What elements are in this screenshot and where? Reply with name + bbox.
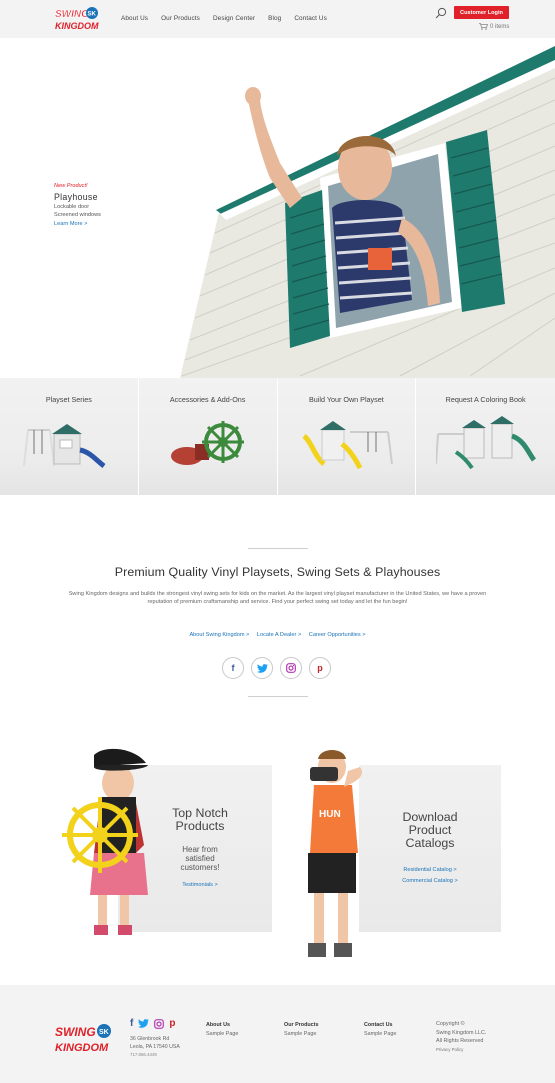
card-title: Playset Series <box>45 395 92 404</box>
footer-col-products: Our Products Sample Page <box>284 1021 318 1039</box>
footer-copyright: Copyright © Swing Kingdom LLC. All Right… <box>436 1020 486 1054</box>
card-coloring-book[interactable]: Request A Coloring Book <box>416 378 555 495</box>
promo-subtitle: Hear from satisfied customers! <box>180 845 220 872</box>
learn-more-link[interactable]: Learn More > <box>54 221 101 227</box>
footer-link[interactable]: Sample Page <box>284 1030 318 1039</box>
footer-col-title[interactable]: Our Products <box>284 1021 318 1030</box>
card-build-your-own[interactable]: Build Your Own Playset <box>277 378 417 495</box>
about-swing-kingdom-link[interactable]: About Swing Kingdom > <box>189 632 249 638</box>
hero-feature: Lockable door <box>54 204 90 210</box>
card-title: Request A Coloring Book <box>445 395 526 404</box>
svg-text:HUN: HUN <box>319 809 341 820</box>
commercial-catalog-link[interactable]: Commercial Catalog > <box>380 878 480 884</box>
promo-title: Download Product Catalogs <box>402 810 458 850</box>
pinterest-icon[interactable]: p <box>309 657 331 679</box>
cart-count: 0 items <box>490 23 510 30</box>
boy-telescope-image: HUN <box>308 750 363 957</box>
cart[interactable]: 0 items <box>479 23 509 30</box>
footer-phone: 717.656.4449 <box>130 1052 157 1057</box>
facebook-icon[interactable]: f <box>130 1018 133 1029</box>
search-icon[interactable] <box>435 7 447 19</box>
locate-dealer-link[interactable]: Locate A Dealer > <box>257 632 301 638</box>
nav-our-products[interactable]: Our Products <box>161 15 200 22</box>
nav-blog[interactable]: Blog <box>268 15 281 22</box>
nav-contact-us[interactable]: Contact Us <box>294 15 327 22</box>
accessories-image <box>170 421 244 465</box>
svg-text:KINGDOM: KINGDOM <box>55 1042 109 1054</box>
site-footer: SWING SK KINGDOM f p 36 Glenbrook Rd Leo… <box>0 985 555 1083</box>
cart-icon <box>479 23 488 30</box>
divider <box>248 548 308 549</box>
card-title: Accessories & Add-Ons <box>169 395 246 404</box>
card-playset-series[interactable]: Playset Series <box>0 378 139 495</box>
new-product-label: New Product! <box>54 183 88 189</box>
intro-body: Swing Kingdom designs and builds the str… <box>68 591 487 606</box>
hero-caption: New Product! Playhouse Lockable door Scr… <box>54 183 101 227</box>
svg-text:KINGDOM: KINGDOM <box>55 21 99 31</box>
privacy-policy-link[interactable]: Privacy Policy <box>436 1046 486 1055</box>
hero-title: Playhouse <box>54 192 98 202</box>
coloring-book-image <box>436 416 537 470</box>
pinterest-icon[interactable]: p <box>169 1018 175 1029</box>
customer-login-button[interactable]: Customer Login <box>454 6 509 19</box>
footer-link[interactable]: Sample Page <box>206 1030 238 1039</box>
divider <box>248 696 308 697</box>
twitter-icon[interactable] <box>138 1019 150 1028</box>
build-playset-image <box>301 421 393 470</box>
playset-image <box>23 424 106 468</box>
main-nav: About Us Our Products Design Center Blog… <box>121 15 340 22</box>
category-cards: Playset Series Accessories & Add-Ons Bui… <box>0 378 555 495</box>
intro-title: Premium Quality Vinyl Playsets, Swing Se… <box>114 565 441 579</box>
pirate-girl-image <box>62 748 148 935</box>
svg-text:SK: SK <box>88 12 97 18</box>
footer-link[interactable]: Sample Page <box>364 1030 396 1039</box>
hero-feature: Screened windows <box>54 212 101 218</box>
social-links: f p <box>222 657 331 679</box>
playhouse-hero-image <box>180 46 555 378</box>
footer-col-about: About Us Sample Page <box>206 1021 238 1039</box>
swing-kingdom-logo[interactable]: SWING SK KINGDOM <box>54 5 102 35</box>
hero-banner: New Product! Playhouse Lockable door Scr… <box>0 38 555 378</box>
facebook-icon[interactable]: f <box>222 657 244 679</box>
nav-design-center[interactable]: Design Center <box>213 15 255 22</box>
footer-col-title[interactable]: About Us <box>206 1021 238 1030</box>
promo-title: Top Notch Products <box>172 806 228 833</box>
footer-col-title[interactable]: Contact Us <box>364 1021 396 1030</box>
swing-kingdom-logo[interactable]: SWING SK KINGDOM <box>54 1021 116 1057</box>
footer-col-contact: Contact Us Sample Page <box>364 1021 396 1039</box>
svg-text:SWING: SWING <box>55 1025 96 1039</box>
svg-text:SK: SK <box>99 1029 109 1036</box>
twitter-icon[interactable] <box>251 657 273 679</box>
footer-address: 36 Glenbrook Rd Leola, PA 17540 USA 717.… <box>130 1036 180 1057</box>
career-opportunities-link[interactable]: Career Opportunities > <box>309 632 366 638</box>
card-accessories[interactable]: Accessories & Add-Ons <box>138 378 278 495</box>
site-header: SWING SK KINGDOM About Us Our Products D… <box>0 0 555 38</box>
card-title: Build Your Own Playset <box>309 395 384 404</box>
instagram-icon[interactable] <box>154 1018 165 1029</box>
intro-links: About Swing Kingdom > Locate A Dealer > … <box>0 632 555 638</box>
nav-about-us[interactable]: About Us <box>121 15 148 22</box>
instagram-icon[interactable] <box>280 657 302 679</box>
footer-social-links: f p <box>130 1018 175 1029</box>
residential-catalog-link[interactable]: Residential Catalog > <box>380 867 480 873</box>
svg-text:SWING: SWING <box>55 9 89 20</box>
testimonials-link[interactable]: Testimonials > <box>150 882 250 888</box>
